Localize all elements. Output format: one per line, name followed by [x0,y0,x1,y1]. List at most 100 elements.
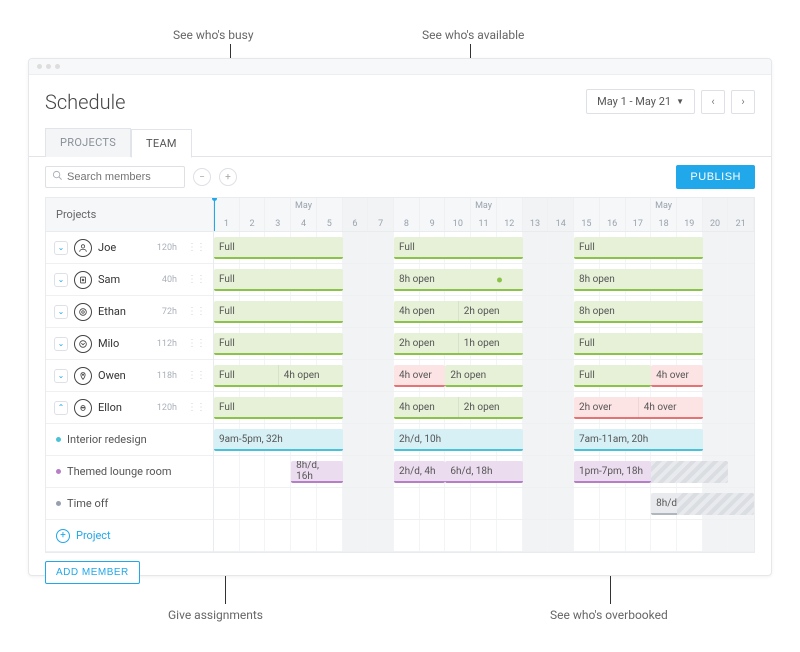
member-row-ethan[interactable]: ⌄ Ethan 72h ⋮⋮ [46,303,213,321]
drag-handle-icon[interactable]: ⋮⋮ [187,242,205,253]
project-row-lounge[interactable]: Themed lounge room [46,465,182,478]
project-name: Themed lounge room [67,465,172,478]
day-header-10: 10 [445,198,471,231]
publish-button[interactable]: PUBLISH [676,165,755,189]
tab-team[interactable]: TEAM [131,129,192,158]
chevron-up-icon: ⌃ [58,403,65,412]
member-row-sam[interactable]: ⌄ Sam 40h ⋮⋮ [46,271,213,289]
bar-segment-label: 4h open [278,365,343,385]
availability-bar: Full [574,237,703,259]
expand-toggle[interactable]: ⌄ [54,369,68,383]
availability-bar: 8h open [574,269,703,291]
member-row-joe[interactable]: ⌄ Joe 120h ⋮⋮ [46,239,213,257]
drag-handle-icon[interactable]: ⋮⋮ [187,306,205,317]
bar-segment-label: 1h open [458,333,523,353]
member-name: Sam [98,273,120,286]
assignment-bar[interactable]: 6h/d, 18h [445,461,522,483]
day-header-2: 2 [240,198,266,231]
plus-icon: + [225,172,231,183]
chevron-down-icon: ⌄ [58,339,65,348]
expand-toggle[interactable]: ⌃ [54,401,68,415]
drag-handle-icon[interactable]: ⋮⋮ [187,402,205,413]
assignment-bar[interactable]: 7am-11am, 20h [574,429,703,451]
bar-segment-label: 8h/d, 16h [291,461,342,481]
add-member-button[interactable]: ADD MEMBER [45,561,140,584]
bar-segment-label: Full [394,237,523,257]
day-header-13: 13 [523,198,549,231]
bar-segment-label: 4h open [394,301,458,321]
drag-handle-icon[interactable]: ⋮⋮ [187,338,205,349]
project-row-timeoff[interactable]: Time off [46,497,118,510]
search-input[interactable] [67,171,178,183]
assignment-bar[interactable]: 9am-5pm, 32h [214,429,343,451]
assignment-bar[interactable]: 1pm-7pm, 18h [574,461,651,483]
availability-bar: Full [574,333,703,355]
member-row-milo[interactable]: ⌄ Milo 112h ⋮⋮ [46,335,213,353]
day-header-19: 19 [677,198,703,231]
bar-segment-label: 8h open [394,269,523,289]
member-hours: 120h [157,243,177,253]
bar-segment-label: 9am-5pm, 32h [214,429,343,449]
bar-segment-label: Full [574,333,703,353]
member-hours: 112h [157,339,177,349]
day-header-12: 12 [497,198,523,231]
availability-bar: Full [214,237,343,259]
minus-icon: − [199,172,205,183]
expand-toggle[interactable]: ⌄ [54,337,68,351]
bar-segment-label: Full [574,365,651,385]
prev-button[interactable]: ‹ [701,90,725,114]
search-icon [52,170,63,184]
callout-busy: See who's busy [173,28,254,42]
add-button[interactable]: + [219,168,237,186]
chevron-down-icon: ⌄ [58,307,65,316]
bar-segment-label: Full [214,397,343,417]
avatar-icon [74,399,92,417]
member-name: Joe [98,241,116,254]
availability-bar: Full [214,301,343,323]
assignment-bar[interactable]: 2h/d, 10h [394,429,523,451]
drag-handle-icon[interactable]: ⋮⋮ [187,370,205,381]
search-input-wrap[interactable] [45,166,185,188]
next-button[interactable]: › [731,90,755,114]
chevron-left-icon: ‹ [711,95,714,108]
tab-projects[interactable]: PROJECTS [45,128,131,157]
member-name: Ellon [98,401,122,414]
bar-segment-label: 8h open [574,301,703,321]
bar-segment-label: 1pm-7pm, 18h [574,461,651,481]
drag-handle-icon[interactable]: ⋮⋮ [187,274,205,285]
avatar-icon [74,303,92,321]
day-header-9: 9 [420,198,446,231]
chevron-down-icon: ⌄ [58,243,65,252]
bar-segment-label: Full [574,237,703,257]
day-header-15: 15 [574,198,600,231]
bar-segment-label: 4h over [651,365,702,385]
avatar-icon [74,239,92,257]
plus-icon: + [56,529,70,543]
availability-bar: 4h over [394,365,445,387]
project-name: Interior redesign [67,433,147,446]
chevron-right-icon: › [741,95,744,108]
member-row-owen[interactable]: ⌄ Owen 118h ⋮⋮ [46,367,213,385]
date-range-button[interactable]: May 1 - May 21 ▼ [586,89,695,114]
availability-bar: Full [394,237,523,259]
day-header-4: 4May [291,198,317,231]
assignment-bar[interactable]: 2h/d, 4h [394,461,445,483]
expand-toggle[interactable]: ⌄ [54,305,68,319]
day-header-18: 18May [651,198,677,231]
member-row-ellon[interactable]: ⌃ Ellon 120h ⋮⋮ [46,399,213,417]
filter-clear-button[interactable]: − [193,168,211,186]
expand-toggle[interactable]: ⌄ [54,273,68,287]
schedule-grid: Projects 1234May567891011May121314151617… [45,197,755,553]
expand-toggle[interactable]: ⌄ [54,241,68,255]
day-header-3: 3 [265,198,291,231]
project-row-interior[interactable]: Interior redesign [46,433,157,446]
bar-segment-label: 2h open [458,397,523,417]
day-header-16: 16 [600,198,626,231]
availability-bar: 8h open [574,301,703,323]
availability-bar: 2h open [445,365,522,387]
avatar-icon [74,271,92,289]
add-project-button[interactable]: + Project [46,529,121,543]
chevron-down-icon: ⌄ [58,275,65,284]
assignment-bar[interactable]: 8h/d, 16h [291,461,342,483]
chevron-down-icon: ⌄ [58,371,65,380]
